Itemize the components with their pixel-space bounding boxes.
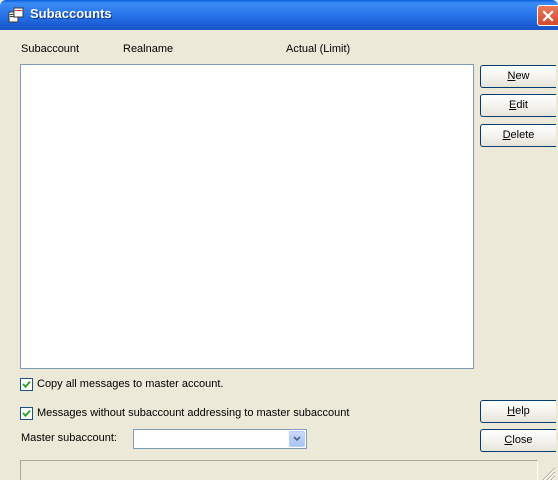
edit-button[interactable]: Edit [480, 94, 556, 117]
close-x-icon [542, 10, 554, 22]
master-subaccount-select[interactable] [133, 429, 307, 449]
subaccount-list[interactable] [20, 64, 474, 369]
chevron-down-icon [293, 436, 301, 442]
close-button[interactable]: Close [480, 429, 556, 452]
without-addressing-checkbox[interactable] [20, 407, 33, 420]
without-addressing-label: Messages without subaccount addressing t… [37, 407, 350, 419]
delete-button-label: elete [510, 129, 535, 141]
column-header-subaccount[interactable]: Subaccount [21, 43, 79, 55]
column-header-realname[interactable]: Realname [123, 43, 173, 55]
resize-grip-icon[interactable] [540, 465, 556, 480]
help-button-mnemonic: H [507, 405, 516, 417]
window-close-button[interactable] [537, 5, 558, 26]
window-app-icon [8, 7, 24, 23]
delete-button[interactable]: Delete [480, 124, 556, 147]
window-title: Subaccounts [30, 6, 112, 21]
dropdown-arrow-button[interactable] [289, 431, 305, 447]
column-header-actual-limit[interactable]: Actual (Limit) [286, 43, 350, 55]
help-button-label: elp [515, 405, 530, 417]
checkmark-icon [22, 381, 31, 389]
delete-button-mnemonic: D [502, 129, 511, 141]
help-button[interactable]: Help [480, 400, 556, 423]
master-subaccount-label: Master subaccount: [21, 432, 117, 444]
copy-all-checkbox[interactable] [20, 378, 33, 391]
status-bar [20, 460, 538, 480]
copy-all-label: Copy all messages to master account. [37, 378, 224, 390]
edit-button-label: dit [516, 99, 528, 111]
checkmark-icon [22, 410, 31, 418]
subaccounts-dialog: Subaccounts Subaccount Realname Actual (… [0, 0, 558, 480]
close-button-label: lose [512, 434, 533, 446]
new-button-label: ew [515, 70, 530, 82]
title-bar[interactable]: Subaccounts [0, 0, 558, 30]
new-button[interactable]: New [480, 65, 556, 88]
